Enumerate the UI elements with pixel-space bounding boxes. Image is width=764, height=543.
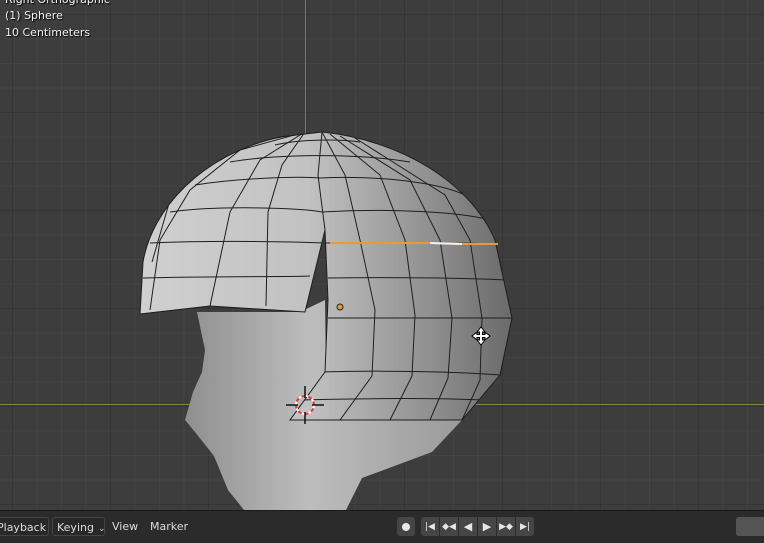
jump-start-button[interactable]: |◀	[421, 517, 439, 536]
keying-menu[interactable]: Keying ⌄	[52, 517, 106, 536]
jump-start-icon: |◀	[425, 521, 435, 532]
keying-label: Keying	[57, 521, 94, 534]
view-menu[interactable]: View	[112, 517, 138, 536]
current-frame-field[interactable]	[736, 517, 764, 536]
prev-keyframe-icon: ◆◀	[442, 521, 456, 532]
marker-menu[interactable]: Marker	[150, 517, 188, 536]
active-edge	[429, 242, 463, 245]
chevron-down-icon: ⌄	[97, 524, 106, 534]
playback-menu[interactable]: Playback⌄	[0, 517, 58, 536]
timeline-header: Playback⌄ Keying⌄ View Marker |◀ ◆◀ ◀ ▶ …	[0, 510, 764, 543]
jump-end-icon: ▶|	[520, 521, 530, 532]
record-button[interactable]	[397, 517, 415, 536]
play-icon: ▶	[482, 520, 492, 533]
play-button[interactable]: ▶	[478, 517, 496, 536]
playback-label: Playback	[0, 521, 47, 534]
selected-edge[interactable]	[330, 242, 498, 245]
jump-end-button[interactable]: ▶|	[516, 517, 534, 536]
object-origin-dot[interactable]	[336, 303, 344, 311]
record-icon	[402, 522, 410, 531]
play-reverse-button[interactable]: ◀	[459, 517, 477, 536]
next-keyframe-icon: ▶◆	[499, 521, 513, 532]
play-reverse-icon: ◀	[463, 520, 473, 533]
scene-canvas[interactable]	[0, 0, 764, 510]
3d-viewport[interactable]: Right Orthographic (1) Sphere 10 Centime…	[0, 0, 764, 510]
jump-next-keyframe-button[interactable]: ▶◆	[497, 517, 515, 536]
jump-prev-keyframe-button[interactable]: ◆◀	[440, 517, 458, 536]
helmet-mesh[interactable]	[139, 131, 513, 421]
